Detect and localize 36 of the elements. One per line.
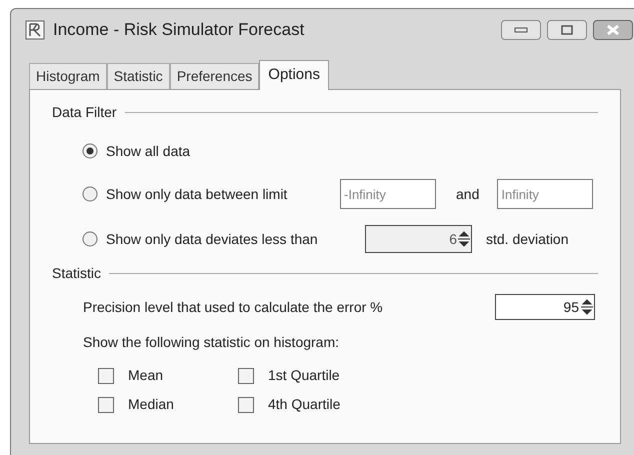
checkbox-label: Median: [128, 395, 174, 414]
checkbox[interactable]: [238, 396, 254, 412]
maximize-button[interactable]: [547, 20, 587, 40]
maximize-icon: [561, 25, 573, 35]
minimize-icon: [514, 27, 528, 33]
checkbox[interactable]: [238, 368, 254, 384]
window-title: Income - Risk Simulator Forecast: [53, 19, 304, 42]
checkbox[interactable]: [98, 396, 114, 412]
tab[interactable]: Options: [259, 60, 329, 90]
tab[interactable]: Preferences: [170, 63, 260, 89]
tab[interactable]: Histogram: [29, 63, 107, 89]
minimize-button[interactable]: [501, 20, 541, 40]
checkbox-label: 4th Quartile: [268, 395, 340, 414]
and-label: and: [456, 184, 480, 204]
precision-label: Precision level that used to calculate the error %: [83, 298, 384, 316]
precision-spinner[interactable]: 95: [495, 294, 595, 320]
option-label: Show only data between limit: [106, 184, 288, 204]
option-label: Show all data: [106, 142, 190, 160]
app-logo-icon: [25, 20, 45, 40]
close-button[interactable]: [593, 20, 633, 40]
statistic-prompt: Show the following statistic on histogram:: [83, 333, 340, 352]
radio-button[interactable]: [82, 186, 98, 202]
lower-limit-field[interactable]: -Infinity: [340, 179, 436, 209]
section-heading: Statistic: [52, 264, 102, 283]
checkbox-label: Mean: [128, 366, 164, 385]
unit-label: std. deviation: [486, 230, 568, 248]
deviation-spinner[interactable]: 6: [365, 225, 472, 253]
checkbox[interactable]: [98, 368, 114, 384]
section-heading: Data Filter: [52, 103, 117, 122]
tab[interactable]: Statistic: [106, 63, 170, 89]
close-icon: [606, 24, 620, 36]
radio-button[interactable]: [82, 231, 98, 247]
radio-button[interactable]: [82, 143, 98, 159]
checkbox-label: 1st Quartile: [268, 366, 340, 385]
upper-limit-field[interactable]: Infinity: [497, 179, 594, 209]
option-label: Show only data deviates less than: [106, 230, 319, 249]
